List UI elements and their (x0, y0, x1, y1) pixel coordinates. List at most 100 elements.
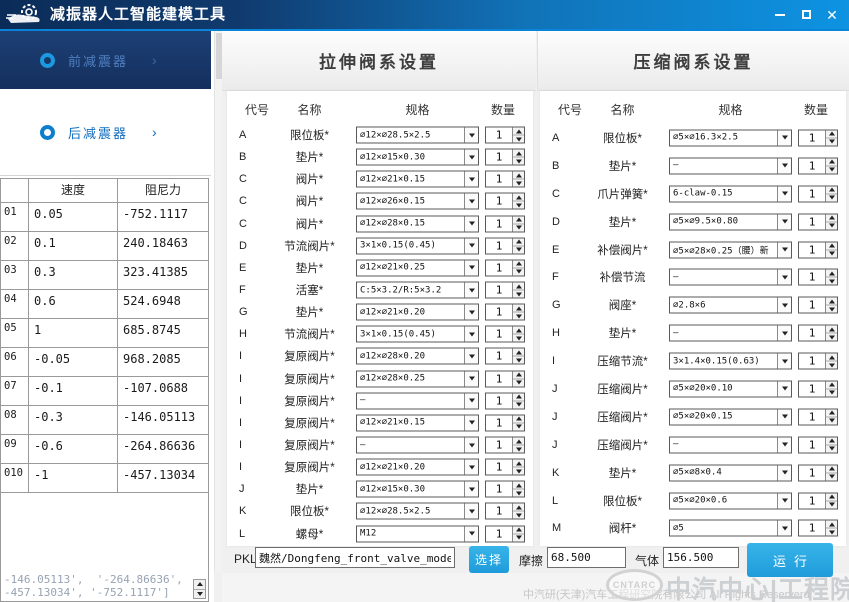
quantity-stepper[interactable]: 1 (798, 157, 838, 174)
chevron-down-icon[interactable] (464, 216, 478, 231)
spinner-down-icon[interactable] (513, 423, 524, 430)
spinner-down-icon[interactable] (513, 446, 524, 453)
spinner-up-icon[interactable] (513, 327, 524, 335)
spinner-up-icon[interactable] (513, 216, 524, 224)
pkl-path-input[interactable] (255, 547, 455, 568)
force-cell[interactable]: 685.8745 (118, 319, 208, 347)
chevron-down-icon[interactable] (777, 214, 791, 229)
friction-input[interactable] (547, 547, 626, 568)
sidebar-item-rear-damper[interactable]: 后减震器 › (0, 89, 211, 176)
quantity-stepper[interactable]: 1 (485, 171, 525, 188)
spinner-up-icon[interactable] (826, 465, 837, 473)
spinner-up-icon[interactable] (513, 482, 524, 490)
spinner-down-icon[interactable] (513, 136, 524, 143)
quantity-stepper[interactable]: 1 (485, 392, 525, 409)
close-icon[interactable]: ✕ (825, 8, 839, 22)
quantity-stepper[interactable]: 1 (485, 503, 525, 520)
spec-dropdown[interactable]: ∅5×∅28×0.25（腰）新 (669, 241, 792, 258)
speed-cell[interactable]: -0.6 (29, 435, 118, 463)
chevron-down-icon[interactable] (777, 186, 791, 201)
spec-dropdown[interactable]: ∅5 (669, 520, 792, 537)
chevron-down-icon[interactable] (464, 305, 478, 320)
quantity-stepper[interactable]: 1 (798, 436, 838, 453)
quantity-stepper[interactable]: 1 (798, 380, 838, 397)
spinner-down-icon[interactable] (826, 362, 837, 369)
spinner-down-icon[interactable] (513, 268, 524, 275)
chevron-down-icon[interactable] (464, 260, 478, 275)
quantity-stepper[interactable]: 1 (798, 185, 838, 202)
log-scroll-stepper[interactable] (193, 579, 206, 599)
spinner-down-icon[interactable] (513, 224, 524, 231)
force-cell[interactable]: 323.41385 (118, 261, 208, 289)
quantity-stepper[interactable]: 1 (798, 213, 838, 230)
chevron-down-icon[interactable] (464, 460, 478, 475)
spec-dropdown[interactable]: ∅12×∅26×0.15 (356, 193, 479, 210)
quantity-stepper[interactable]: 1 (798, 520, 838, 537)
spinner-down-icon[interactable] (194, 590, 205, 599)
spinner-down-icon[interactable] (826, 473, 837, 480)
chevron-down-icon[interactable] (464, 238, 478, 253)
spec-dropdown[interactable]: ∅12×∅28×0.25 (356, 370, 479, 387)
spinner-up-icon[interactable] (513, 305, 524, 313)
spinner-up-icon[interactable] (194, 580, 205, 590)
spinner-up-icon[interactable] (513, 371, 524, 379)
force-cell[interactable]: -457.13034 (118, 464, 208, 492)
chevron-down-icon[interactable] (464, 393, 478, 408)
spinner-up-icon[interactable] (513, 172, 524, 180)
force-cell[interactable]: -146.05113 (118, 406, 208, 434)
quantity-stepper[interactable]: 1 (485, 370, 525, 387)
quantity-stepper[interactable]: 1 (485, 348, 525, 365)
quantity-stepper[interactable]: 1 (798, 492, 838, 509)
spinner-up-icon[interactable] (513, 128, 524, 136)
chevron-down-icon[interactable] (777, 270, 791, 285)
chevron-down-icon[interactable] (464, 327, 478, 342)
spinner-down-icon[interactable] (826, 389, 837, 396)
spinner-up-icon[interactable] (826, 493, 837, 501)
spinner-down-icon[interactable] (513, 468, 524, 475)
speed-cell[interactable]: -0.3 (29, 406, 118, 434)
spinner-up-icon[interactable] (826, 521, 837, 529)
spinner-up-icon[interactable] (826, 270, 837, 278)
chevron-down-icon[interactable] (464, 526, 478, 541)
spinner-up-icon[interactable] (513, 194, 524, 202)
spec-dropdown[interactable]: ∅12×∅15×0.30 (356, 149, 479, 166)
spinner-down-icon[interactable] (513, 401, 524, 408)
maximize-icon[interactable] (799, 8, 813, 22)
spinner-up-icon[interactable] (513, 438, 524, 446)
spinner-down-icon[interactable] (826, 194, 837, 201)
quantity-stepper[interactable]: 1 (485, 459, 525, 476)
spinner-up-icon[interactable] (826, 186, 837, 194)
chevron-down-icon[interactable] (777, 437, 791, 452)
chevron-down-icon[interactable] (777, 158, 791, 173)
spinner-up-icon[interactable] (513, 526, 524, 534)
chevron-down-icon[interactable] (777, 465, 791, 480)
chevron-down-icon[interactable] (777, 354, 791, 369)
chevron-down-icon[interactable] (464, 283, 478, 298)
spec-dropdown[interactable]: — (356, 392, 479, 409)
spec-dropdown[interactable]: C:5×3.2/R:5×3.2 (356, 282, 479, 299)
spinner-up-icon[interactable] (513, 504, 524, 512)
quantity-stepper[interactable]: 1 (798, 241, 838, 258)
spec-dropdown[interactable]: M12 (356, 525, 479, 542)
chevron-down-icon[interactable] (777, 298, 791, 313)
speed-cell[interactable]: 0.6 (29, 290, 118, 318)
chevron-down-icon[interactable] (777, 521, 791, 536)
spec-dropdown[interactable]: 3×1×0.15(0.45) (356, 237, 479, 254)
chevron-down-icon[interactable] (464, 482, 478, 497)
force-cell[interactable]: -107.0688 (118, 377, 208, 405)
spec-dropdown[interactable]: ∅12×∅28.5×2.5 (356, 503, 479, 520)
speed-cell[interactable]: 0.05 (29, 203, 118, 231)
quantity-stepper[interactable]: 1 (485, 525, 525, 542)
quantity-stepper[interactable]: 1 (485, 414, 525, 431)
spinner-down-icon[interactable] (826, 250, 837, 257)
spec-dropdown[interactable]: ∅12×∅21×0.20 (356, 304, 479, 321)
spinner-down-icon[interactable] (513, 246, 524, 253)
spinner-down-icon[interactable] (513, 512, 524, 519)
spec-dropdown[interactable]: ∅12×∅28.5×2.5 (356, 127, 479, 144)
spec-dropdown[interactable]: — (669, 269, 792, 286)
spinner-down-icon[interactable] (513, 202, 524, 209)
spec-dropdown[interactable]: ∅5×∅16.3×2.5 (669, 129, 792, 146)
spinner-down-icon[interactable] (826, 138, 837, 145)
spinner-down-icon[interactable] (826, 166, 837, 173)
force-cell[interactable]: 240.18463 (118, 232, 208, 260)
